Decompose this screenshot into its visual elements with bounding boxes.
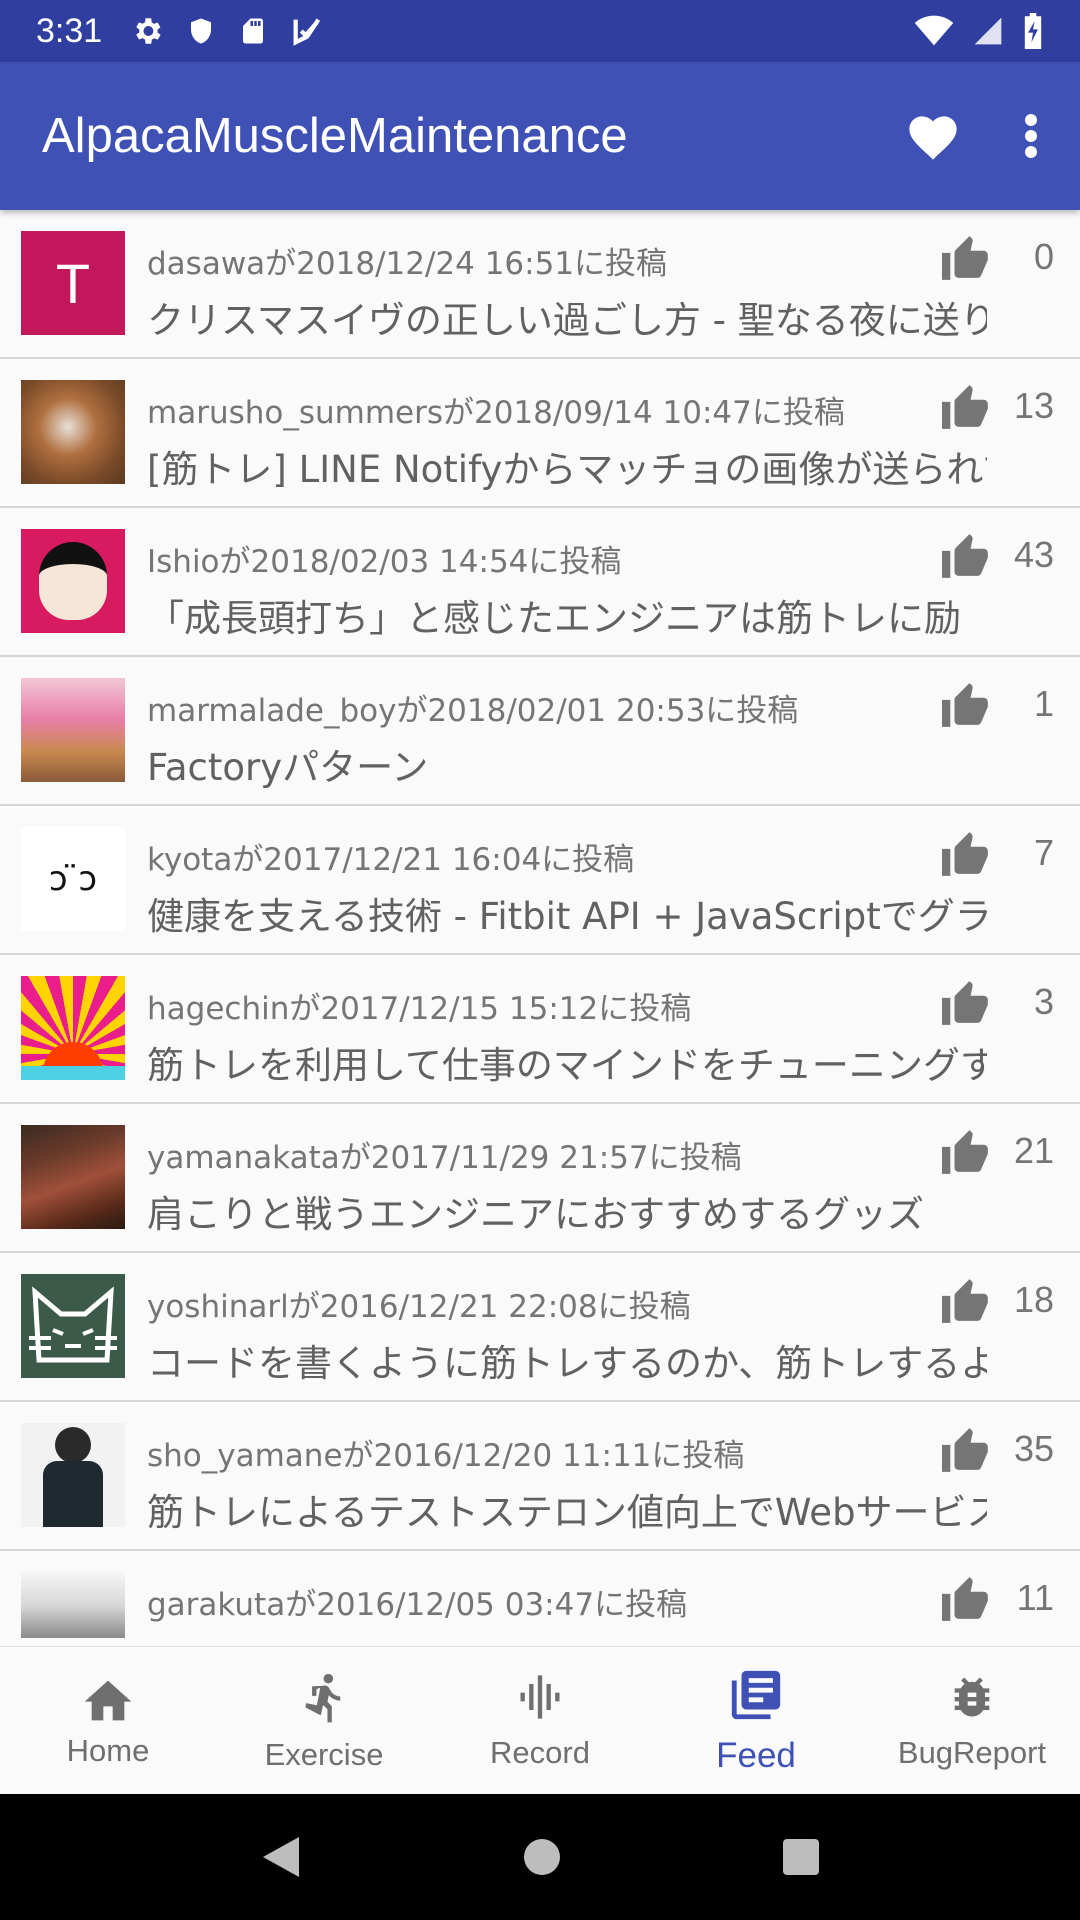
settings-icon [136, 18, 161, 44]
like-count: 18 [1013, 1279, 1054, 1320]
feed-item-title: クリスマスイヴの正しい過ごし方 - 聖なる夜に送り [147, 299, 987, 342]
avatar [21, 1572, 125, 1638]
cat-face-icon [29, 1286, 117, 1363]
status-bar: 3:31 [0, 0, 1080, 62]
feed-item-meta: yoshinarlが2016/12/21 22:08に投稿 [147, 1289, 691, 1325]
like-count: 43 [1013, 534, 1054, 575]
avatar: ↄ ̈ↄ [21, 827, 125, 931]
feed-item-meta: kyotaが2017/12/21 16:04に投稿 [147, 842, 635, 878]
more-vert-icon[interactable] [1024, 114, 1038, 158]
nav-exercise[interactable]: Exercise [216, 1647, 432, 1794]
feed-item-title: 筋トレを利用して仕事のマインドをチューニングす [147, 1044, 987, 1087]
feed-item[interactable]: ↄ ̈ↄ kyotaが2017/12/21 16:04に投稿 健康を支える技術 … [0, 806, 1080, 955]
battery-icon [1024, 13, 1042, 49]
feed-item[interactable]: marmalade_boyが2018/02/01 20:53に投稿 Factor… [0, 657, 1080, 806]
like-count: 1 [1033, 683, 1054, 724]
nav-label: Record [490, 1734, 590, 1770]
like-count: 3 [1033, 981, 1054, 1022]
bottom-navigation: Home Exercise Record Feed BugReport [0, 1646, 1080, 1794]
system-navigation-bar [0, 1794, 1080, 1920]
thumb-up-icon[interactable] [942, 979, 992, 1025]
recents-icon[interactable] [781, 1837, 821, 1877]
wifi-icon [914, 15, 954, 46]
shield-icon [191, 18, 212, 44]
feed-item-title: コードを書くように筋トレするのか、筋トレするよ [147, 1342, 987, 1385]
feed-item[interactable]: hagechinが2017/12/15 15:12に投稿 筋トレを利用して仕事の… [0, 955, 1080, 1104]
feed-item-title: 肩こりと戦うエンジニアにおすすめするグッズ [147, 1193, 924, 1236]
heart-icon[interactable] [906, 111, 960, 161]
thumb-up-icon[interactable] [942, 1277, 992, 1323]
feed-item-meta: garakutaが2016/12/05 03:47に投稿 [147, 1587, 688, 1623]
feed-item[interactable]: Ishioが2018/02/03 14:54に投稿 「成長頭打ち」と感じたエンジ… [0, 508, 1080, 657]
thumb-up-icon[interactable] [942, 532, 992, 578]
feed-item-meta: Ishioが2018/02/03 14:54に投稿 [147, 544, 622, 580]
avatar [21, 1274, 125, 1378]
feed-item[interactable]: garakutaが2016/12/05 03:47に投稿 11 [0, 1551, 1080, 1646]
thumb-up-icon[interactable] [942, 234, 992, 280]
home-icon [84, 1680, 132, 1720]
signal-icon [974, 17, 1002, 45]
nav-record[interactable]: Record [432, 1647, 648, 1794]
feed-item[interactable]: T dasawaが2018/12/24 16:51に投稿 クリスマスイヴの正しい… [0, 210, 1080, 359]
feed-item[interactable]: yamanakataが2017/11/29 21:57に投稿 肩こりと戦うエンジ… [0, 1104, 1080, 1253]
feed-item-title: 筋トレによるテストステロン値向上でWebサービス [147, 1491, 987, 1534]
feed-list[interactable]: T dasawaが2018/12/24 16:51に投稿 クリスマスイヴの正しい… [0, 210, 1080, 1646]
feed-item-title: 健康を支える技術 - Fitbit API + JavaScriptでグラフ [147, 895, 987, 938]
thumb-up-icon[interactable] [942, 1575, 992, 1621]
nav-label: BugReport [897, 1734, 1047, 1770]
like-count: 11 [1016, 1577, 1054, 1618]
like-count: 13 [1013, 385, 1054, 426]
nav-label: Feed [716, 1735, 796, 1775]
nav-label: Home [66, 1732, 150, 1768]
avatar [21, 529, 125, 633]
avatar [21, 1125, 125, 1229]
feed-item-title: Factoryパターン [147, 746, 429, 789]
feed-item-title: [筋トレ] LINE Notifyからマッチョの画像が送られて [147, 448, 987, 491]
feed-item[interactable]: marusho_summersが2018/09/14 10:47に投稿 [筋トレ… [0, 359, 1080, 508]
thumb-up-icon[interactable] [942, 383, 992, 429]
feed-item-title: 「成長頭打ち」と感じたエンジニアは筋トレに励 [147, 597, 961, 640]
avatar-letter: T [55, 251, 91, 315]
bug-icon [954, 1677, 990, 1716]
like-count: 7 [1033, 832, 1054, 873]
task-check-icon [293, 18, 321, 46]
avatar: T [21, 231, 125, 335]
nav-label: Exercise [264, 1736, 384, 1772]
avatar [21, 678, 125, 782]
nav-home[interactable]: Home [0, 1647, 216, 1794]
nav-bugreport[interactable]: BugReport [864, 1647, 1080, 1794]
avatar [21, 1423, 125, 1527]
like-count: 35 [1013, 1428, 1054, 1469]
run-icon [305, 1673, 341, 1722]
feed-icon [731, 1670, 781, 1719]
feed-item-meta: marmalade_boyが2018/02/01 20:53に投稿 [147, 693, 799, 729]
feed-item-meta: hagechinが2017/12/15 15:12に投稿 [147, 991, 692, 1027]
status-time: 3:31 [36, 11, 103, 50]
thumb-up-icon[interactable] [942, 1426, 992, 1472]
avatar-face: ↄ ̈ↄ [48, 859, 98, 899]
avatar [21, 976, 125, 1080]
thumb-up-icon[interactable] [942, 830, 992, 876]
feed-item-meta: sho_yamaneが2016/12/20 11:11に投稿 [147, 1438, 745, 1474]
app-title: AlpacaMuscleMaintenance [42, 109, 628, 163]
thumb-up-icon[interactable] [942, 681, 992, 727]
feed-item-meta: yamanakataが2017/11/29 21:57に投稿 [147, 1140, 742, 1176]
like-count: 21 [1013, 1130, 1054, 1171]
feed-item[interactable]: yoshinarlが2016/12/21 22:08に投稿 コードを書くように筋… [0, 1253, 1080, 1402]
app-bar: AlpacaMuscleMaintenance [0, 62, 1080, 210]
like-count: 0 [1033, 236, 1054, 277]
nav-feed[interactable]: Feed [648, 1647, 864, 1794]
back-icon[interactable] [259, 1833, 303, 1881]
home-circle-icon[interactable] [522, 1837, 562, 1877]
feed-item-meta: dasawaが2018/12/24 16:51に投稿 [147, 246, 668, 282]
feed-item[interactable]: sho_yamaneが2016/12/20 11:11に投稿 筋トレによるテスト… [0, 1402, 1080, 1551]
sd-card-icon [243, 18, 264, 44]
thumb-up-icon[interactable] [942, 1128, 992, 1174]
waveform-icon [520, 1674, 560, 1719]
avatar [21, 380, 125, 484]
feed-item-meta: marusho_summersが2018/09/14 10:47に投稿 [147, 395, 845, 431]
